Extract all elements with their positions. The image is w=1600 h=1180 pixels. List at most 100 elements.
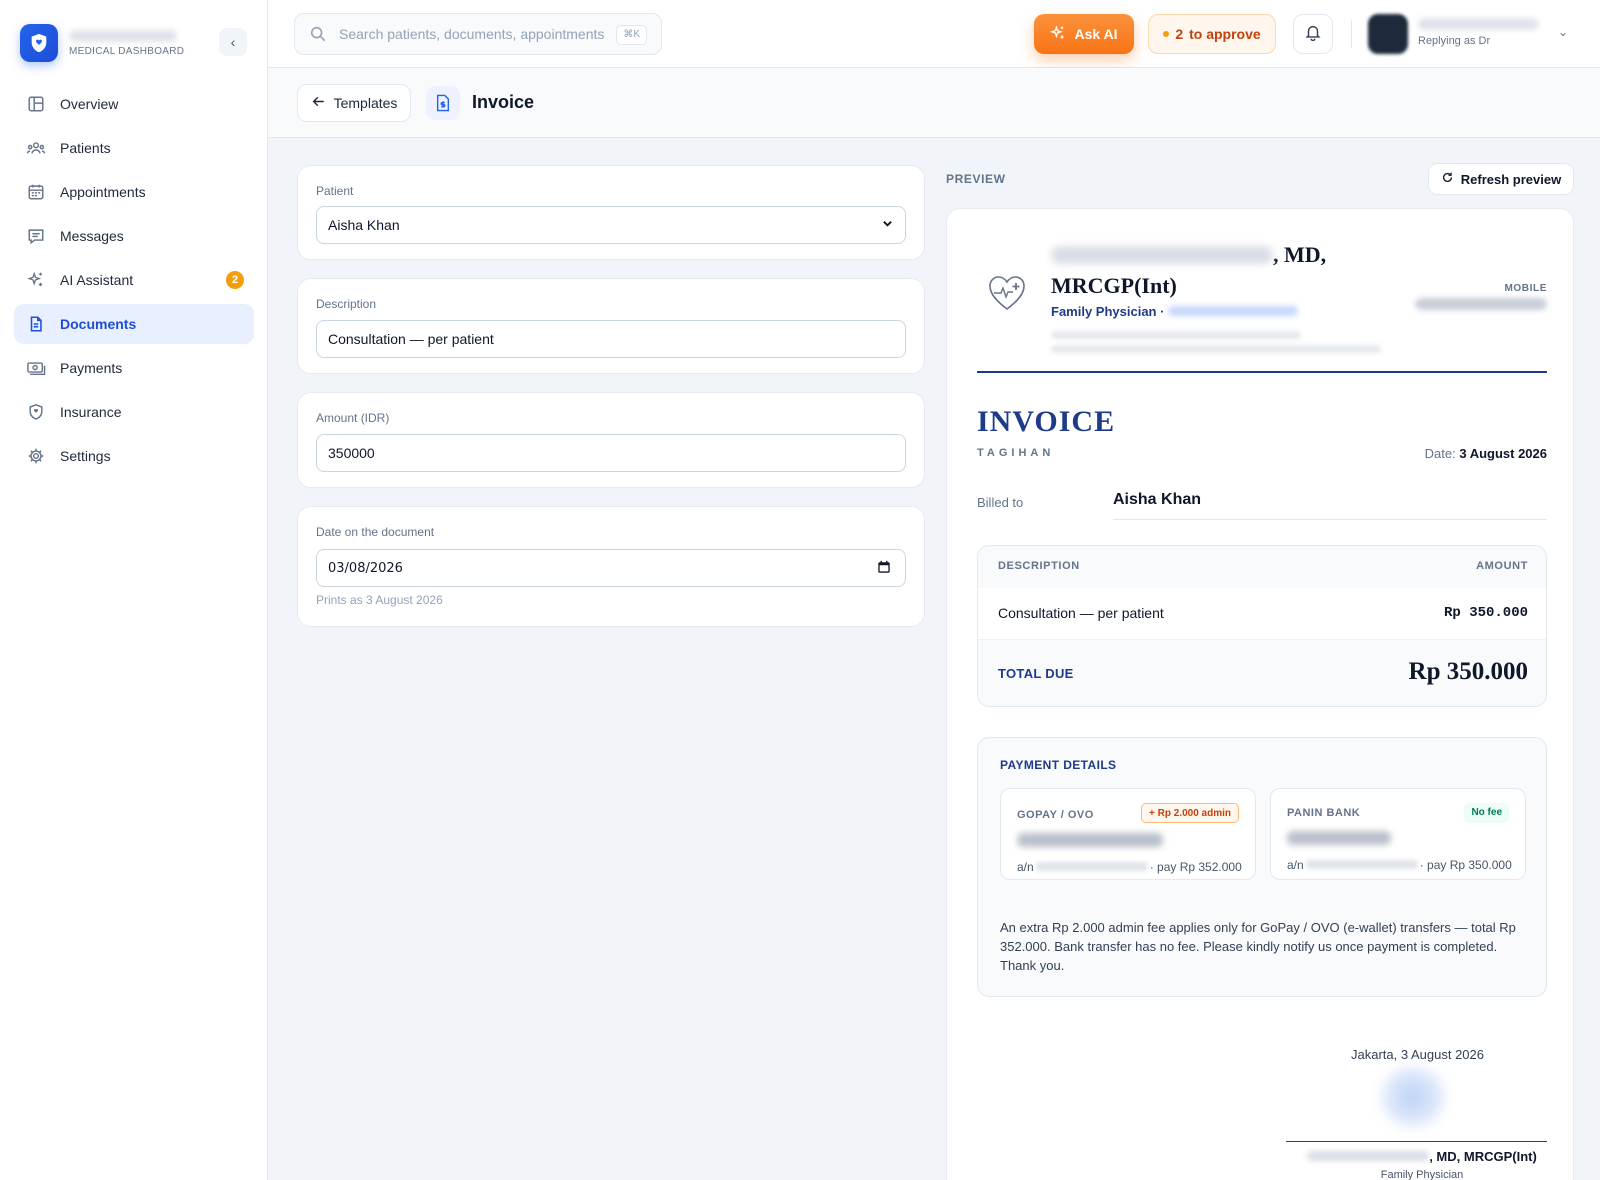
doctor-credential-suffix: , MD, xyxy=(1273,242,1327,267)
payment-method-card-ewallet: GOPAY / OVO + Rp 2.000 admin a/n · pay Rp… xyxy=(1000,788,1256,880)
total-row: TOTAL DUE Rp 350.000 xyxy=(978,640,1546,706)
clinic-address-redacted xyxy=(1051,331,1301,339)
chevron-down-icon[interactable]: ⌄ xyxy=(1558,25,1568,39)
sidebar-item-label: AI Assistant xyxy=(60,272,134,288)
brand: MEDICAL DASHBOARD ‹ xyxy=(20,22,248,62)
ai-assistant-count-badge: 2 xyxy=(226,271,244,289)
refresh-preview-label: Refresh preview xyxy=(1460,171,1562,187)
search-shortcut-hint: ⌘K xyxy=(616,25,647,45)
chevron-down-icon xyxy=(882,218,893,232)
date-value: 03/08/2026 xyxy=(328,560,403,576)
shield-icon xyxy=(26,402,46,422)
payment-method-card-bank: PANIN BANK No fee a/n · pay Rp 350.000 xyxy=(1270,788,1526,880)
sidebar-item-messages[interactable]: Messages xyxy=(14,216,254,256)
status-dot xyxy=(1163,31,1170,37)
column-header-description: DESCRIPTION xyxy=(998,560,1080,572)
users-icon xyxy=(26,138,46,158)
description-value: Consultation — per patient xyxy=(328,331,494,347)
date-input[interactable]: 03/08/2026 xyxy=(316,549,906,587)
doctor-name-redacted xyxy=(1051,246,1273,264)
sidebar-item-ai-assistant[interactable]: AI Assistant 2 xyxy=(14,260,254,300)
approvals-count: 2 xyxy=(1175,26,1184,42)
description-input[interactable]: Consultation — per patient xyxy=(316,320,906,358)
calendar-icon xyxy=(26,182,46,202)
ask-ai-label: Ask AI xyxy=(1074,26,1118,42)
payment-note: An extra Rp 2.000 admin fee applies only… xyxy=(1000,920,1516,973)
page-header: Templates Invoice xyxy=(268,68,1600,138)
date-label: Date: xyxy=(1424,446,1456,461)
message-icon xyxy=(26,226,46,246)
account-number-redacted xyxy=(1287,831,1391,845)
sidebar-item-label: Insurance xyxy=(60,404,122,420)
amount-input[interactable]: 350000 xyxy=(316,434,906,472)
date-print-hint: Prints as 3 August 2026 xyxy=(316,593,443,607)
sidebar-item-overview[interactable]: Overview xyxy=(14,84,254,124)
cash-icon xyxy=(26,358,46,378)
signatory-credentials: , MD, MRCGP(Int) xyxy=(1429,1149,1537,1164)
global-search[interactable]: ⌘K xyxy=(294,13,662,55)
invoice-preview-document: , MD, MRCGP(Int) Family Physician · MOBI… xyxy=(946,208,1574,1180)
payment-details-box: PAYMENT DETAILS GOPAY / OVO + Rp 2.000 a… xyxy=(977,737,1547,997)
back-to-templates-button[interactable]: Templates xyxy=(297,84,411,122)
date-value: 3 August 2026 xyxy=(1459,446,1547,461)
sidebar-item-label: Payments xyxy=(60,360,123,376)
signatory-name: , MD, MRCGP(Int) xyxy=(1297,1149,1547,1164)
ask-ai-button[interactable]: Ask AI xyxy=(1034,14,1134,54)
user-menu[interactable]: Replying as Dr ⌄ xyxy=(1368,13,1578,55)
user-name-redacted xyxy=(1418,18,1538,30)
pay-amount-text: · pay Rp 350.000 xyxy=(1419,858,1512,872)
sidebar-item-label: Messages xyxy=(60,228,124,244)
approvals-button[interactable]: 2 to approve xyxy=(1148,14,1276,54)
doctor-credential-line2: MRCGP(Int) xyxy=(1051,273,1177,298)
billed-to-name: Aisha Khan xyxy=(1113,491,1202,508)
line-item-description: Consultation — per patient xyxy=(998,605,1164,621)
column-header-amount: AMOUNT xyxy=(1476,560,1528,572)
account-holder-line: a/n · pay Rp 352.000 xyxy=(1017,859,1247,876)
clinic-name-redacted xyxy=(1168,306,1299,316)
sidebar-item-label: Appointments xyxy=(60,184,146,200)
sidebar-item-appointments[interactable]: Appointments xyxy=(14,172,254,212)
payment-details-title: PAYMENT DETAILS xyxy=(1000,758,1117,772)
collapse-sidebar-button[interactable]: ‹ xyxy=(219,28,247,56)
page-title: Invoice xyxy=(472,92,535,112)
brand-subtitle: MEDICAL DASHBOARD xyxy=(69,46,185,57)
amount-field-card: Amount (IDR) 350000 xyxy=(297,392,925,488)
amount-value: 350000 xyxy=(328,445,375,461)
sidebar-item-payments[interactable]: Payments xyxy=(14,348,254,388)
table-row: Consultation — per patient Rp 350.000 xyxy=(978,588,1546,640)
document-title: INVOICE xyxy=(977,405,1116,438)
account-holder-prefix: a/n xyxy=(1287,858,1304,872)
preview-label: PREVIEW xyxy=(946,172,1006,186)
sidebar-item-documents[interactable]: Documents xyxy=(14,304,254,344)
notifications-button[interactable] xyxy=(1293,14,1333,54)
pay-amount-text: · pay Rp 352.000 xyxy=(1149,860,1242,874)
gear-icon xyxy=(26,446,46,466)
refresh-icon xyxy=(1441,171,1454,187)
billed-to-label: Billed to xyxy=(977,495,1024,510)
sidebar-item-patients[interactable]: Patients xyxy=(14,128,254,168)
patient-select[interactable]: Aisha Khan xyxy=(316,206,906,244)
account-number-redacted xyxy=(1017,833,1163,847)
sidebar-item-settings[interactable]: Settings xyxy=(14,436,254,476)
invoice-line-items-table: DESCRIPTION AMOUNT Consultation — per pa… xyxy=(977,545,1547,707)
mobile-label: MOBILE xyxy=(1504,283,1547,294)
amount-label: Amount (IDR) xyxy=(316,411,390,425)
heart-shield-logo-icon[interactable] xyxy=(20,24,58,62)
sidebar-item-label: Patients xyxy=(60,140,111,156)
signatory-name-redacted xyxy=(1307,1151,1430,1161)
account-holder-prefix: a/n xyxy=(1017,860,1034,874)
sidebar-item-label: Overview xyxy=(60,96,119,112)
sidebar-item-insurance[interactable]: Insurance xyxy=(14,392,254,432)
refresh-preview-button[interactable]: Refresh preview xyxy=(1428,163,1574,195)
payment-method-name: PANIN BANK xyxy=(1287,807,1361,819)
account-holder-line: a/n · pay Rp 350.000 xyxy=(1287,857,1517,874)
total-due-label: TOTAL DUE xyxy=(998,666,1074,681)
date-field-card: Date on the document 03/08/2026 Prints a… xyxy=(297,506,925,627)
patient-selected-value: Aisha Khan xyxy=(328,217,400,233)
calendar-picker-icon[interactable] xyxy=(877,560,893,576)
chevron-left-icon: ‹ xyxy=(230,34,236,50)
doctor-name-heading: , MD, MRCGP(Int) xyxy=(1051,239,1371,301)
no-fee-badge: No fee xyxy=(1464,803,1509,823)
search-input[interactable] xyxy=(339,23,605,45)
sidebar-item-label: Settings xyxy=(60,448,111,464)
